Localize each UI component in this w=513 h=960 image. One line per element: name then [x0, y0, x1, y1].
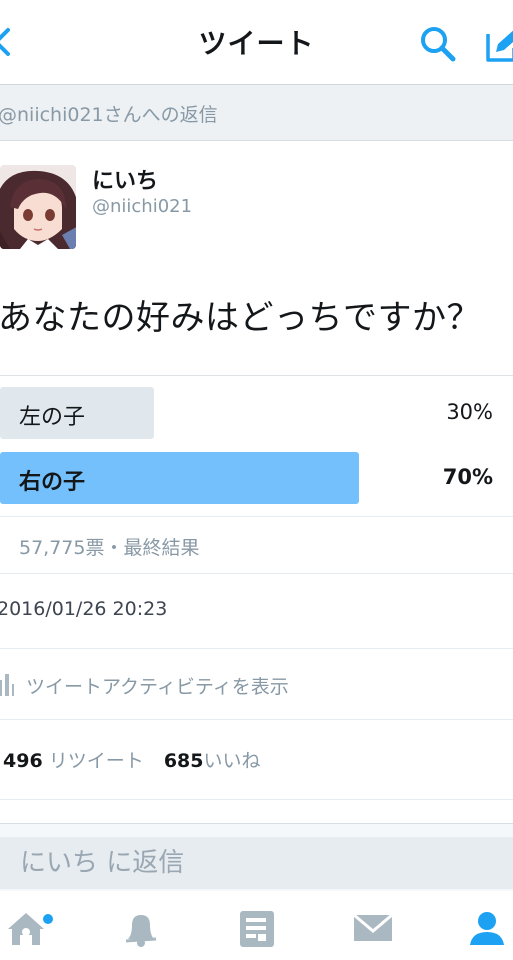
divider: [0, 799, 513, 800]
compose-icon: [486, 30, 513, 62]
divider: [0, 573, 513, 574]
reply-context-text[interactable]: @niichi021さんへの返信: [0, 100, 218, 127]
tweet-text: あなたの好みはどっちですか？: [0, 298, 481, 338]
home-icon: [8, 913, 44, 945]
tweet-timestamp: 2016/01/26 20:23: [0, 598, 168, 620]
search-icon: [421, 27, 456, 62]
bell-icon: [125, 915, 157, 947]
poll-vote-summary: 57,775票・最終結果: [19, 537, 200, 559]
compose-button[interactable]: [484, 24, 513, 64]
search-button[interactable]: [418, 24, 458, 64]
author-username[interactable]: @niichi021: [92, 196, 192, 217]
moments-icon: [240, 911, 274, 947]
reply-input[interactable]: [0, 837, 513, 889]
view-tweet-activity-link[interactable]: ツイートアクティビティを表示: [26, 672, 289, 699]
tab-profile[interactable]: [464, 905, 510, 951]
person-icon: [470, 912, 504, 945]
like-count[interactable]: 685: [164, 750, 204, 772]
divider: [0, 375, 513, 376]
retweet-count[interactable]: 496: [3, 750, 43, 772]
like-label[interactable]: いいね: [204, 750, 261, 772]
poll-option-percent: 30%: [446, 400, 493, 424]
bar-chart-icon: [0, 672, 14, 696]
home-notification-dot: [43, 914, 53, 924]
poll-option-label: 右の子: [19, 470, 86, 495]
author-display-name[interactable]: にいち: [92, 163, 158, 195]
avatar-illustration: [0, 165, 76, 249]
divider: [0, 648, 513, 649]
tab-moments[interactable]: [234, 905, 280, 951]
tab-notifications[interactable]: [118, 905, 164, 951]
divider: [0, 719, 513, 720]
divider: [0, 516, 513, 517]
poll-option-percent: 70%: [442, 465, 493, 489]
tweet-stats: 496 リツイート 685いいね: [3, 746, 261, 773]
avatar[interactable]: [0, 165, 76, 249]
envelope-icon: [353, 913, 393, 941]
poll-option-label: 左の子: [19, 405, 86, 430]
retweet-label[interactable]: リツイート: [49, 750, 144, 772]
tab-messages[interactable]: [350, 905, 396, 951]
tab-home[interactable]: [4, 905, 50, 951]
